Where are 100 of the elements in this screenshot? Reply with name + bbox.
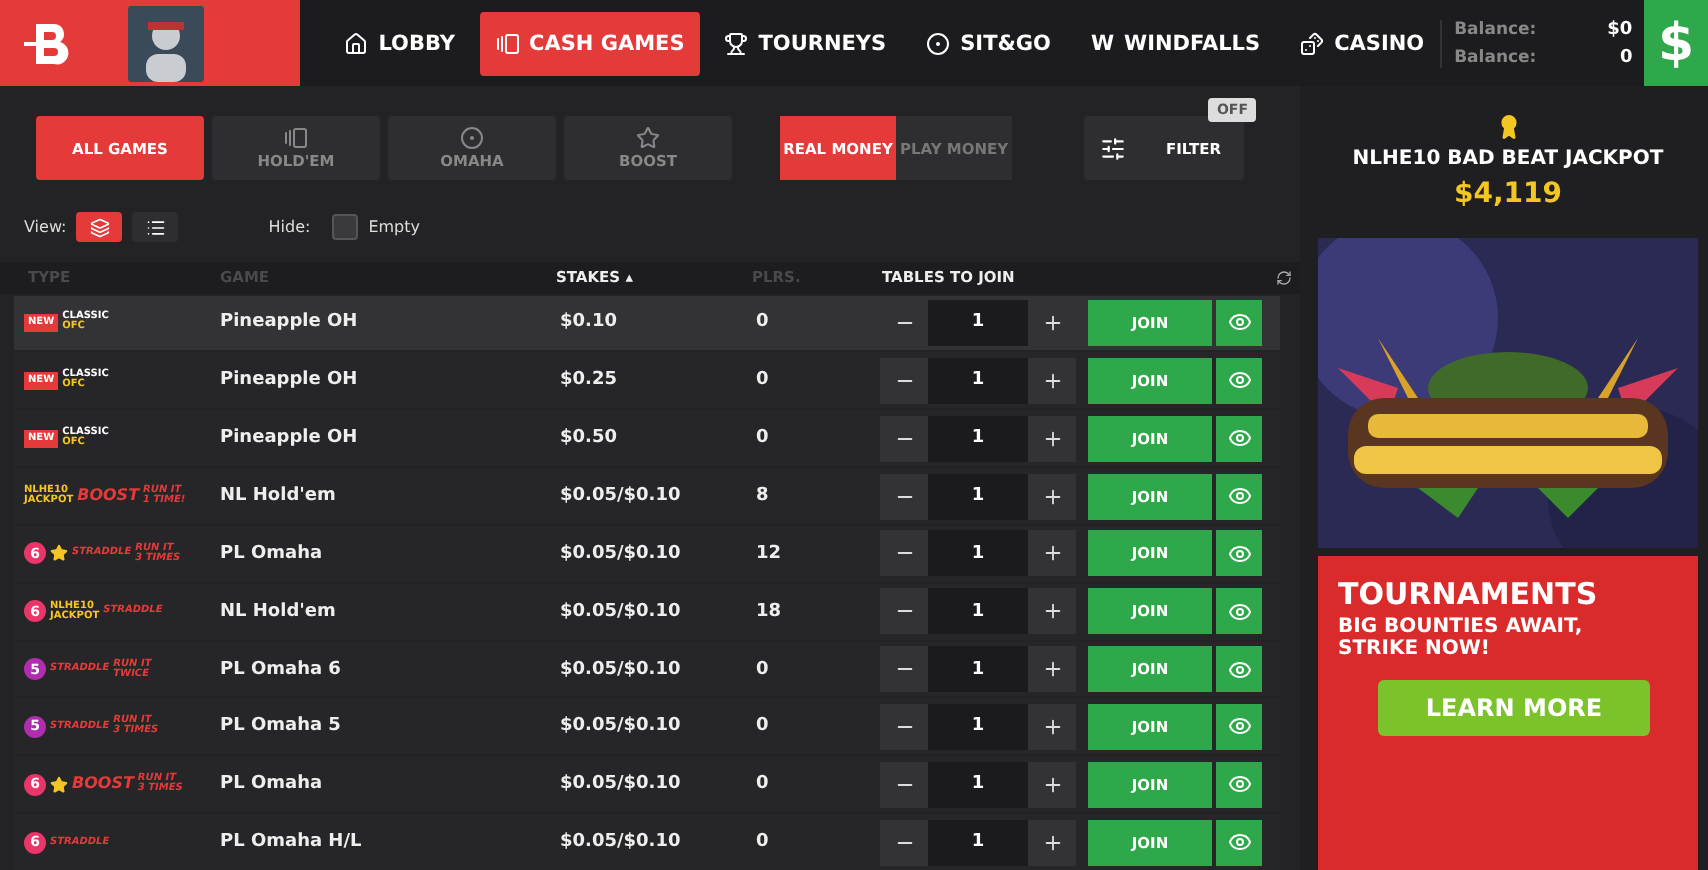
nav-tab[interactable]: W WINDFALLS <box>1074 11 1277 75</box>
eye-icon <box>1227 772 1251 797</box>
nav-tab[interactable]: CASINO <box>1284 11 1441 75</box>
plus-button[interactable] <box>1028 761 1076 808</box>
view-toggle[interactable] <box>76 212 123 243</box>
player-count: 0 <box>756 370 771 391</box>
balance-label: Balance: <box>1454 47 1537 67</box>
plus-button[interactable] <box>1028 646 1076 693</box>
boost-tag: BOOST <box>77 488 140 505</box>
watch-button[interactable] <box>1216 703 1262 750</box>
stakes: $0.05/$0.10 <box>560 774 683 795</box>
view-toggle[interactable] <box>132 212 179 243</box>
game-name: Pineapple OH <box>220 428 360 449</box>
player-count: 0 <box>756 428 771 449</box>
stakes: $0.10 <box>560 312 619 333</box>
stakes: $0.05/$0.10 <box>560 832 683 853</box>
game-name: NL Hold'em <box>220 601 338 622</box>
tables-field[interactable]: 1 <box>928 299 1028 346</box>
tables-field[interactable]: 1 <box>928 819 1028 866</box>
plus-button[interactable] <box>1028 588 1076 635</box>
empty-label: Empty <box>368 218 420 237</box>
tables-field[interactable]: 1 <box>928 415 1028 462</box>
watch-button[interactable] <box>1216 646 1262 693</box>
dice-icon <box>1300 31 1325 55</box>
view-label: View: <box>24 218 67 237</box>
plus-icon <box>1041 658 1063 681</box>
eye-icon <box>1227 368 1251 393</box>
plus-icon <box>1041 369 1063 392</box>
plus-button[interactable] <box>1028 530 1076 577</box>
tables-field[interactable]: 1 <box>928 703 1028 750</box>
plus-button[interactable] <box>1028 473 1076 520</box>
hide-label: Hide: <box>268 218 311 237</box>
refresh-icon[interactable] <box>1276 269 1292 286</box>
stakes: $0.05/$0.10 <box>560 716 683 737</box>
stakes: $0.05/$0.10 <box>560 601 683 622</box>
layers-icon <box>89 217 110 238</box>
sliders-icon <box>1100 135 1126 162</box>
plus-icon <box>1041 831 1063 854</box>
watch-button[interactable] <box>1216 357 1262 404</box>
watch-button[interactable] <box>1216 761 1262 808</box>
nav-tab[interactable]: LOBBY <box>328 11 471 75</box>
eye-icon <box>1227 484 1251 509</box>
banner-title: TOURNAMENTS <box>1338 576 1600 612</box>
cards-icon <box>495 31 519 55</box>
eye-icon <box>1227 830 1251 855</box>
stakes: $0.05/$0.10 <box>560 486 683 507</box>
watch-button[interactable] <box>1216 415 1262 462</box>
eye-icon <box>1227 426 1251 451</box>
tables-field[interactable]: 1 <box>928 761 1028 808</box>
watch-button[interactable] <box>1216 588 1262 635</box>
plus-button[interactable] <box>1028 357 1076 404</box>
boost-tag: BOOST <box>72 776 134 793</box>
target-icon <box>926 31 951 55</box>
watch-button[interactable] <box>1216 299 1262 346</box>
plus-icon <box>1041 542 1063 565</box>
game-name: PL Omaha <box>220 543 325 564</box>
home-icon <box>344 31 369 55</box>
award-icon <box>1495 114 1521 140</box>
game-name: NL Hold'em <box>220 486 338 507</box>
eye-icon <box>1227 599 1251 624</box>
star-icon <box>50 775 68 794</box>
empty-checkbox[interactable] <box>332 214 359 241</box>
player-count: 0 <box>756 832 771 853</box>
balance-value: 0 <box>1617 47 1633 67</box>
stakes: $0.25 <box>560 370 619 391</box>
stakes: $0.05/$0.10 <box>560 659 683 680</box>
game-name: PL Omaha 5 <box>220 716 343 737</box>
jackpot-title: NLHE10 BAD BEAT JACKPOT <box>1352 148 1664 170</box>
eye-icon <box>1227 714 1251 739</box>
plus-button[interactable] <box>1028 415 1076 462</box>
cards-icon <box>284 126 308 151</box>
plus-icon <box>1041 427 1063 450</box>
tables-field[interactable]: 1 <box>928 473 1028 520</box>
eye-icon <box>1227 657 1251 682</box>
avatar[interactable] <box>128 5 204 81</box>
game-name: PL Omaha <box>220 774 325 795</box>
promo-banner[interactable]: TOURNAMENTS BIG BOUNTIES AWAIT, STRIKE NOW! LEARN MORE <box>1318 556 1698 870</box>
tables-field[interactable]: 1 <box>928 357 1028 404</box>
player-count: 0 <box>756 716 771 737</box>
plus-button[interactable] <box>1028 703 1076 750</box>
watch-button[interactable] <box>1216 819 1262 866</box>
nav-tab[interactable]: SIT&GO <box>910 11 1067 75</box>
tables-field[interactable]: 1 <box>928 588 1028 635</box>
plus-button[interactable] <box>1028 819 1076 866</box>
eye-icon <box>1227 310 1251 335</box>
watch-button[interactable] <box>1216 473 1262 520</box>
nav-tab[interactable]: CASH GAMES <box>479 11 701 75</box>
banner-text: BIG BOUNTIES AWAIT, STRIKE NOW! <box>1338 616 1585 660</box>
plus-icon <box>1041 600 1063 623</box>
tables-field[interactable]: 1 <box>928 530 1028 577</box>
tables-field[interactable]: 1 <box>928 646 1028 693</box>
balance-value: $0 <box>1605 19 1633 39</box>
star-icon <box>50 544 68 563</box>
player-count: 8 <box>756 486 771 507</box>
game-name: Pineapple OH <box>220 370 360 391</box>
plus-icon <box>1041 485 1063 508</box>
nav-tab[interactable]: TOURNEYS <box>708 11 903 75</box>
player-count: 12 <box>756 543 784 564</box>
windfalls-icon: W <box>1090 31 1115 55</box>
watch-button[interactable] <box>1216 530 1262 577</box>
